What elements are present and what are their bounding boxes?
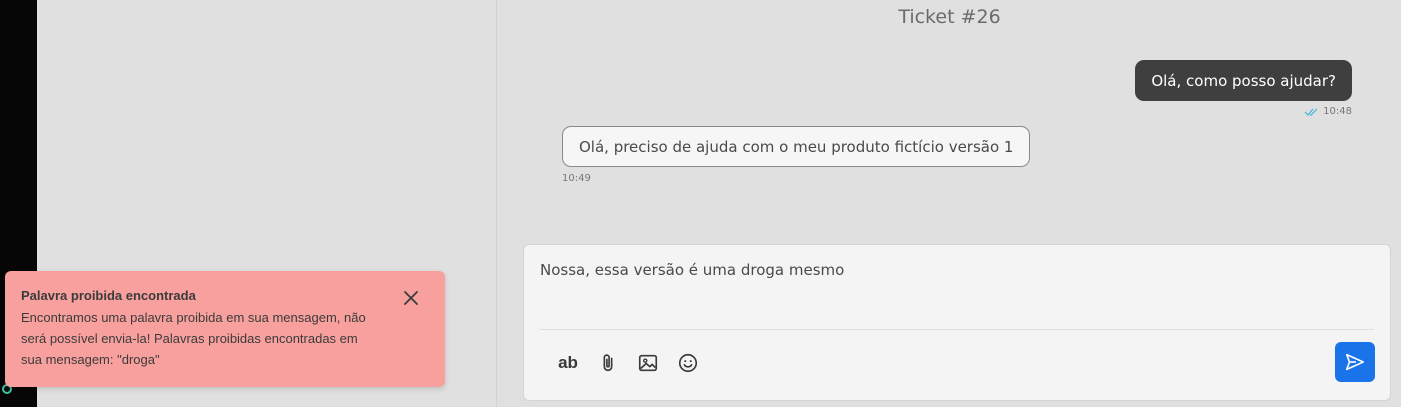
ticket-title: Ticket #26 [898, 6, 1001, 28]
outgoing-message-time: 10:48 [1323, 106, 1352, 117]
toast-message: Encontramos uma palavra proibida em sua … [21, 310, 366, 367]
image-icon[interactable] [634, 349, 662, 377]
incoming-message-text: Olá, preciso de ajuda com o meu produto … [579, 137, 1014, 156]
send-button[interactable] [1335, 342, 1375, 382]
chat-panel: Ticket #26 Olá, como posso ajudar? 10:48… [498, 0, 1401, 407]
format-text-icon[interactable]: ab [554, 349, 582, 377]
message-input[interactable]: Nossa, essa versão é uma droga mesmo [540, 261, 844, 279]
composer-divider [540, 329, 1374, 330]
close-icon[interactable] [403, 290, 419, 306]
outgoing-message-meta: 10:48 [1304, 106, 1352, 117]
send-icon [1345, 353, 1365, 371]
outgoing-message-bubble: Olá, como posso ajudar? [1135, 60, 1352, 101]
message-composer: Nossa, essa versão é uma droga mesmo ab [523, 244, 1391, 401]
forbidden-word-toast: Palavra proibida encontrada Encontramos … [5, 271, 445, 387]
incoming-message-time: 10:49 [562, 173, 591, 184]
toast-title: Palavra proibida encontrada [21, 288, 196, 303]
outgoing-message-text: Olá, como posso ajudar? [1151, 71, 1336, 90]
paperclip-icon[interactable] [594, 349, 622, 377]
double-check-icon [1304, 108, 1318, 116]
emoji-icon[interactable] [674, 349, 702, 377]
incoming-message-bubble: Olá, preciso de ajuda com o meu produto … [562, 126, 1031, 167]
app-root: Ticket #26 Olá, como posso ajudar? 10:48… [0, 0, 1401, 407]
